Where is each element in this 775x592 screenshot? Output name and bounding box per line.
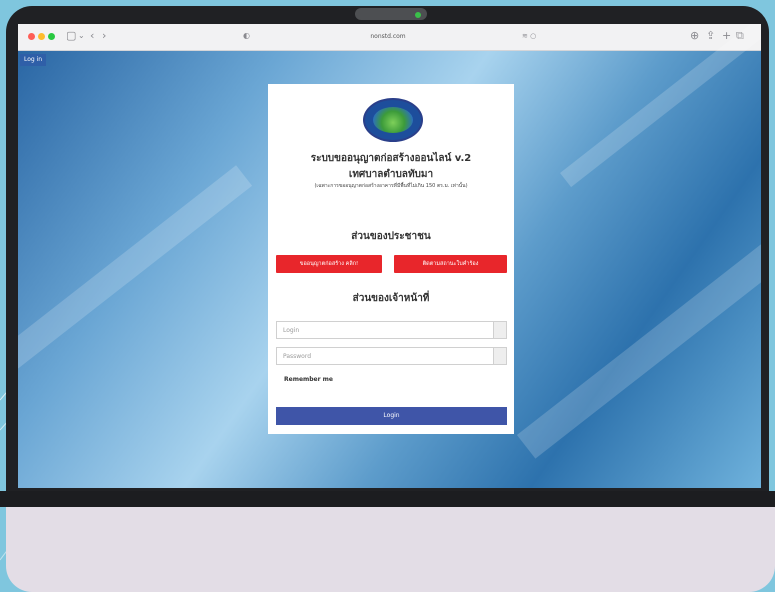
password-placeholder: Password <box>283 353 312 360</box>
municipality-name: เทศบาลตำบลทับมา <box>348 169 434 180</box>
login-placeholder: Login <box>283 327 300 334</box>
municipality-logo <box>363 98 423 142</box>
password-field[interactable]: Password <box>276 347 507 365</box>
chevron-down-icon[interactable]: ⌄ <box>78 29 85 43</box>
login-button[interactable]: Login <box>276 407 507 425</box>
browser-window: ▢ ⌄ ‹ › ◐ nonstd.com ≋ ○ ⊕ ⇪ + ⧉ Log in … <box>18 24 761 488</box>
sidebar-icon[interactable]: ▢ <box>66 29 76 43</box>
background-streak <box>516 213 761 459</box>
page-content: Log in ระบบขออนุญาตก่อสร้างออนไลน์ v.2 เ… <box>18 24 761 488</box>
zoom-window-button[interactable] <box>48 33 55 40</box>
top-login-link[interactable]: Log in <box>20 54 47 66</box>
camera-indicator <box>415 12 421 18</box>
login-card: ระบบขออนุญาตก่อสร้างออนไลน์ v.2 เทศบาลตำ… <box>268 84 514 434</box>
share-icon[interactable]: ⇪ <box>706 29 715 43</box>
page-title: ระบบขออนุญาตก่อสร้างออนไลน์ v.2 <box>310 153 472 164</box>
tab-indicator[interactable]: ≋ ○ <box>522 29 536 43</box>
back-icon[interactable]: ‹ <box>90 29 94 43</box>
minimize-window-button[interactable] <box>38 33 45 40</box>
address-bar[interactable]: nonstd.com <box>318 32 458 42</box>
lock-icon <box>493 348 506 364</box>
background-streak <box>18 165 253 383</box>
privacy-shield-icon[interactable]: ◐ <box>243 29 250 43</box>
public-section-heading: ส่วนของประชาชน <box>351 231 431 242</box>
request-permit-button[interactable]: ขออนุญาตก่อสร้าง คลิก! <box>276 255 382 273</box>
login-field[interactable]: Login <box>276 321 507 339</box>
browser-toolbar: ▢ ⌄ ‹ › ◐ nonstd.com ≋ ○ ⊕ ⇪ + ⧉ <box>18 24 761 51</box>
forward-icon[interactable]: › <box>102 29 106 43</box>
remember-me-checkbox[interactable]: Remember me <box>284 376 333 383</box>
logo-emblem <box>373 107 413 133</box>
user-icon <box>493 322 506 338</box>
track-status-button[interactable]: ติดตามสถานะใบคำร้อง <box>394 255 507 273</box>
laptop-hinge <box>0 491 775 507</box>
laptop-base <box>6 507 775 592</box>
staff-section-heading: ส่วนของเจ้าหน้าที่ <box>352 293 430 304</box>
eligibility-note: (เฉพาะการขออนุญาตก่อสร้างอาคารที่มีพื้นท… <box>314 183 468 189</box>
download-icon[interactable]: ⊕ <box>690 29 699 43</box>
close-window-button[interactable] <box>28 33 35 40</box>
